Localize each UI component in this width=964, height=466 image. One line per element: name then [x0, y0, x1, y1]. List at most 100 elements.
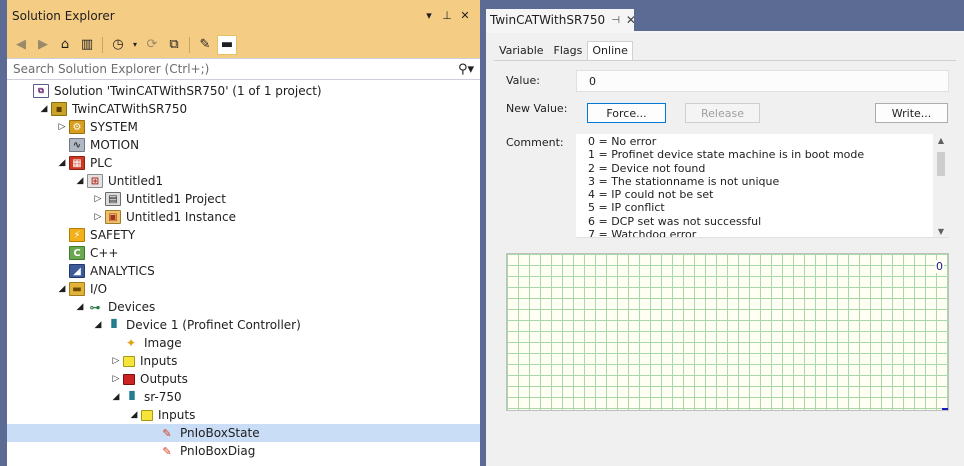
tree-item[interactable]: ▷ ▤ Untitled1 Project	[7, 190, 480, 208]
tree-item[interactable]: ◢ ▦ PLC	[7, 154, 480, 172]
property-tabs: Variable Flags Online	[494, 41, 633, 61]
comment-line: 6 = DCP set was not successful	[588, 214, 762, 228]
twincat-project-icon: ▪	[51, 102, 67, 116]
tree-item[interactable]: ◢ ▪ TwinCATWithSR750	[7, 100, 480, 118]
toolbar-separator	[102, 36, 103, 53]
tree-item[interactable]: ◢ ꟾꟾꟾ Device 1 (Profinet Controller)	[7, 316, 480, 334]
system-icon: ⚙	[69, 120, 85, 134]
switch-views-icon[interactable]: ▥	[77, 35, 97, 55]
tree-item[interactable]: ✎ PnIoBoxState	[7, 424, 480, 442]
tree-item[interactable]: ▷ ▣ Untitled1 Instance	[7, 208, 480, 226]
collapse-arrow-icon[interactable]: ◢	[55, 158, 69, 168]
tree-item[interactable]: ▷ Inputs	[7, 352, 480, 370]
tree-item[interactable]: ∿ MOTION	[7, 136, 480, 154]
chevron-down-icon[interactable]: ▾	[130, 35, 140, 55]
tree-item[interactable]: ◢ ▬ I/O	[7, 280, 480, 298]
tree-item[interactable]: ◢ ꟾꟾꟾ sr-750	[7, 388, 480, 406]
tree-item[interactable]: ▷ Outputs	[7, 370, 480, 388]
tree-item[interactable]: ◢ Inputs	[7, 406, 480, 424]
collapse-arrow-icon[interactable]: ◢	[127, 410, 141, 420]
tree-item[interactable]: ◢ ⊞ Untitled1	[7, 172, 480, 190]
solution-explorer-search[interactable]: Search Solution Explorer (Ctrl+;) ⚲▾	[7, 58, 480, 80]
tree-item-label: Untitled1 Project	[126, 192, 226, 206]
tree-item-label: Outputs	[140, 372, 188, 386]
scrollbar-thumb[interactable]	[937, 152, 945, 176]
outputs-icon	[123, 373, 135, 385]
collapse-arrow-icon[interactable]: ◢	[73, 176, 87, 186]
expand-arrow-icon[interactable]: ▷	[55, 122, 69, 132]
document-tab[interactable]: TwinCATWithSR750 ⊣ ✕	[486, 9, 636, 31]
tree-item[interactable]: ✎ PnIoBoxDiag	[7, 442, 480, 460]
scroll-down-icon[interactable]: ▼	[933, 227, 949, 236]
tree-item[interactable]: C C++	[7, 244, 480, 262]
plc-project-icon: ⊞	[87, 174, 103, 188]
graph-current-value: 0	[935, 260, 944, 273]
tree-item[interactable]: ⚡ SAFETY	[7, 226, 480, 244]
tab-online[interactable]: Online	[587, 41, 633, 61]
comment-line: 0 = No error	[588, 135, 657, 148]
tree-item[interactable]: ◢ ⊶ Devices	[7, 298, 480, 316]
release-button[interactable]: Release	[685, 103, 760, 123]
tree-item[interactable]: ◢ ANALYTICS	[7, 262, 480, 280]
document-area: TwinCATWithSR750 ⊣ ✕ Variable Flags Onli…	[486, 0, 964, 466]
tree-item-label: ANALYTICS	[90, 264, 155, 278]
comment-line: 3 = The stationname is not unique	[588, 174, 780, 188]
tree-item-label: I/O	[90, 282, 108, 296]
search-icon[interactable]: ⚲▾	[458, 62, 474, 77]
preview-selected-icon[interactable]: ▬	[217, 34, 237, 55]
expand-arrow-icon[interactable]: ▷	[91, 194, 105, 204]
collapse-all-icon[interactable]: ⧉	[164, 35, 184, 55]
collapse-arrow-icon[interactable]: ◢	[73, 302, 87, 312]
collapse-arrow-icon[interactable]: ◢	[37, 104, 51, 114]
collapse-arrow-icon[interactable]: ◢	[91, 320, 105, 330]
force-button[interactable]: Force...	[587, 103, 666, 123]
comment-line: 4 = IP could not be set	[588, 188, 714, 202]
tree-item-label: Untitled1	[108, 174, 164, 188]
plc-icon: ▦	[69, 156, 85, 170]
tree-item-label: Solution 'TwinCATWithSR750' (1 of 1 proj…	[54, 84, 322, 98]
forward-icon[interactable]: ▶	[33, 35, 53, 55]
comment-scrollbar[interactable]: ▲ ▼	[933, 134, 949, 237]
tree-item[interactable]: ⧉ Solution 'TwinCATWithSR750' (1 of 1 pro…	[7, 82, 480, 100]
back-icon[interactable]: ◀	[11, 35, 31, 55]
collapse-arrow-icon[interactable]: ◢	[55, 284, 69, 294]
tab-flags[interactable]: Flags	[549, 41, 588, 61]
tree-item-label: Inputs	[158, 408, 196, 422]
window-position-dropdown-icon[interactable]: ▾	[422, 9, 436, 22]
sync-icon[interactable]: ⟳	[142, 35, 162, 55]
comment-box[interactable]: 0 = No error 1 = Profinet device state ma…	[576, 134, 949, 238]
solution-explorer-title: Solution Explorer	[12, 8, 115, 23]
home-icon[interactable]: ⌂	[55, 35, 75, 55]
properties-wrench-icon[interactable]: ✎	[195, 35, 215, 55]
document-body: Variable Flags Online Value: 0 New Value…	[486, 31, 964, 466]
collapse-arrow-icon[interactable]: ◢	[109, 392, 123, 402]
pin-icon[interactable]: ⊥	[440, 9, 454, 22]
io-icon: ▬	[69, 282, 85, 296]
write-button[interactable]: Write...	[875, 103, 948, 123]
tab-variable[interactable]: Variable	[494, 41, 549, 61]
tree-item[interactable]: ✦ Image	[7, 334, 480, 352]
image-icon: ✦	[125, 336, 137, 350]
scroll-up-icon[interactable]: ▲	[933, 136, 949, 145]
tree-item-label: sr-750	[144, 390, 182, 404]
document-tab-label[interactable]: TwinCATWithSR750	[490, 13, 605, 27]
solution-explorer-panel: Solution Explorer ▾ ⊥ ✕ ◀ ▶ ⌂ ▥ ◷ ▾ ⟳ ⧉ …	[0, 0, 480, 466]
variable-icon: ✎	[162, 444, 172, 458]
variable-icon: ✎	[162, 426, 172, 440]
search-input[interactable]: Search Solution Explorer (Ctrl+;)	[13, 62, 458, 76]
inputs-icon	[141, 409, 153, 421]
tree-item-label: PnIoBoxState	[180, 426, 260, 440]
close-icon[interactable]: ✕	[458, 9, 472, 22]
close-tab-icon[interactable]: ✕	[626, 13, 636, 27]
expand-arrow-icon[interactable]: ▷	[109, 374, 123, 384]
expand-arrow-icon[interactable]: ▷	[109, 356, 123, 366]
tree-item-label: Devices	[108, 300, 156, 314]
pin-tab-icon[interactable]: ⊣	[611, 15, 620, 26]
pending-changes-filter-icon[interactable]: ◷	[108, 35, 128, 55]
expand-arrow-icon[interactable]: ▷	[91, 212, 105, 222]
comment-line: 7 = Watchdog error	[588, 228, 697, 238]
new-value-label: New Value:	[506, 102, 568, 115]
solution-icon: ⧉	[33, 84, 49, 98]
tree-item-label: MOTION	[90, 138, 140, 152]
tree-item[interactable]: ▷ ⚙ SYSTEM	[7, 118, 480, 136]
